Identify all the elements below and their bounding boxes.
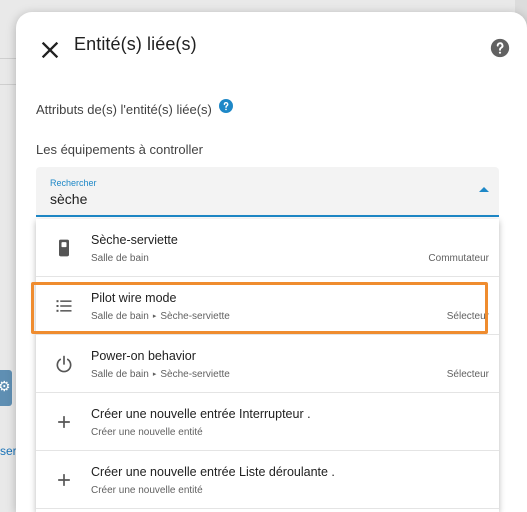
item-title: Pilot wire mode: [91, 291, 177, 305]
breadcrumb-separator-icon: ▸: [152, 371, 157, 378]
list-item[interactable]: Sèche-serviette Salle de bain Commutateu…: [36, 219, 499, 277]
close-icon[interactable]: [36, 36, 64, 64]
item-area: Salle de bain: [91, 253, 149, 264]
item-title: Créer une nouvelle entrée Liste déroulan…: [91, 465, 335, 479]
item-type: Sélecteur: [446, 369, 489, 380]
gear-icon: ⚙: [0, 378, 11, 394]
list-icon: [56, 300, 72, 312]
background-divider: [0, 58, 16, 59]
list-item[interactable]: Créer une nouvelle entrée Interrupteur .…: [36, 393, 499, 451]
search-input[interactable]: Rechercher sèche: [36, 167, 499, 217]
info-icon[interactable]: [219, 99, 233, 113]
list-item[interactable]: Créer une nouvelle entrée Liste déroulan…: [36, 451, 499, 509]
item-subtitle: Salle de bain ▸ Sèche-serviette: [91, 369, 230, 380]
results-list: Sèche-serviette Salle de bain Commutateu…: [36, 219, 499, 512]
item-title: Power-on behavior: [91, 349, 196, 363]
item-area: Salle de bain: [91, 311, 149, 322]
item-type: Commutateur: [428, 253, 489, 264]
list-item[interactable]: Power-on behavior Salle de bain ▸ Sèche-se…: [36, 335, 499, 393]
dropdown-arrow-icon[interactable]: [479, 187, 489, 192]
item-device: Sèche-serviette: [160, 311, 230, 322]
equipment-label: Les équipements à controller: [36, 142, 203, 157]
item-area: Créer une nouvelle entité: [91, 427, 203, 438]
switch-icon: [59, 239, 69, 257]
item-type: Sélecteur: [446, 311, 489, 322]
attributes-label: Attributs de(s) l'entité(s) liée(s): [36, 102, 212, 117]
breadcrumb-separator-icon: ▸: [152, 313, 157, 320]
search-label: Rechercher: [50, 178, 97, 188]
plus-icon: [58, 474, 70, 486]
item-subtitle: Salle de bain ▸ Sèche-serviette: [91, 311, 230, 322]
list-item[interactable]: Pilot wire mode Salle de bain ▸ Sèche-serv…: [36, 277, 499, 335]
help-icon[interactable]: [490, 38, 510, 58]
linked-entities-dialog: Entité(s) liée(s) Attributs de(s) l'enti…: [16, 12, 527, 512]
item-area: Créer une nouvelle entité: [91, 485, 203, 496]
item-area: Salle de bain: [91, 369, 149, 380]
dialog-title: Entité(s) liée(s): [74, 34, 197, 54]
background-divider: [0, 84, 16, 85]
background-settings-tile[interactable]: ⚙: [0, 370, 12, 406]
item-title: Sèche-serviette: [91, 233, 178, 247]
search-value[interactable]: sèche: [50, 191, 87, 207]
power-icon: [56, 355, 72, 373]
plus-icon: [58, 416, 70, 428]
item-device: Sèche-serviette: [160, 369, 230, 380]
item-title: Créer une nouvelle entrée Interrupteur .: [91, 407, 311, 421]
